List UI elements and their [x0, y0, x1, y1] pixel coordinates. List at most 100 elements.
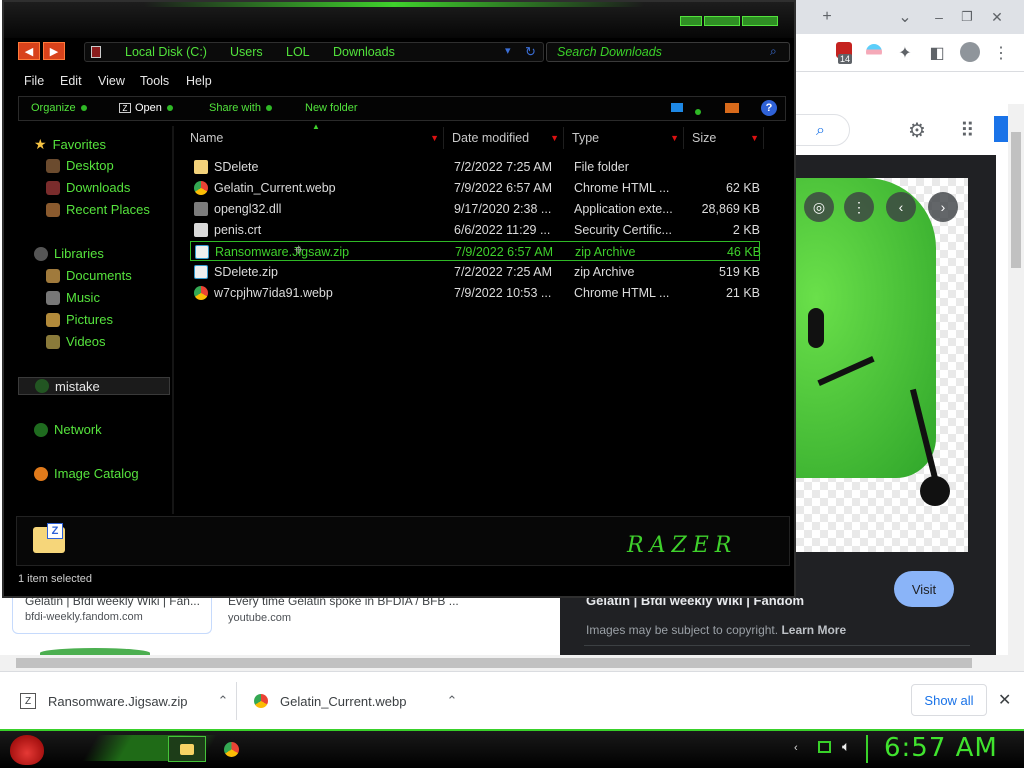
column-header-size[interactable]: Size ▼ [686, 127, 764, 149]
gelatin-character-image[interactable]: ◎ ⋮ ‹ › [796, 178, 968, 552]
minimize-button[interactable] [680, 16, 702, 26]
download-item[interactable]: Gelatin_Current.webp ⌃ [254, 672, 457, 730]
share-with-button[interactable]: Share with [209, 102, 272, 114]
menu-help[interactable]: Help [186, 74, 212, 88]
address-bar[interactable]: Local Disk (C:) Users LOL Downloads ▾ ↻ [84, 42, 544, 62]
new-tab-button[interactable]: + [814, 4, 840, 30]
forward-arrow-icon[interactable]: ▶ [43, 42, 65, 60]
column-dropdown-icon[interactable]: ▼ [430, 133, 439, 143]
column-label: Name [190, 131, 224, 145]
refresh-icon[interactable]: ↻ [525, 44, 536, 60]
visit-button[interactable]: Visit [894, 571, 954, 607]
file-row[interactable]: SDelete 7/2/2022 7:25 AM File folder [190, 157, 760, 177]
maximize-button[interactable] [704, 16, 740, 26]
documents-icon [46, 268, 60, 283]
nav-image-catalog[interactable]: Image Catalog [34, 466, 139, 481]
nav-network[interactable]: Network [34, 422, 102, 437]
column-dropdown-icon[interactable]: ▼ [550, 133, 559, 143]
open-button[interactable]: Z Open [119, 102, 173, 114]
menu-edit[interactable]: Edit [60, 74, 82, 88]
close-window-button[interactable]: ✕ [984, 4, 1010, 30]
nav-libraries[interactable]: Libraries [34, 246, 104, 261]
file-row-selected[interactable]: Ransomware.Jigsaw.zip 7/9/2022 6:57 AM z… [190, 241, 761, 261]
taskbar-clock[interactable]: 6:57 AM [884, 733, 998, 763]
nav-homegroup[interactable]: mistake [18, 377, 170, 395]
file-row[interactable]: w7cpjhw7ida91.webp 7/9/2022 10:53 ... Ch… [190, 283, 760, 303]
search-icon[interactable]: ⌕ [770, 44, 777, 59]
scrollbar-thumb[interactable] [16, 658, 972, 668]
file-row[interactable]: opengl32.dll 9/17/2020 2:38 ... Applicat… [190, 199, 760, 219]
column-dropdown-icon[interactable]: ▼ [750, 133, 759, 143]
view-options-icon[interactable] [695, 106, 701, 118]
pane-splitter[interactable] [172, 126, 174, 514]
organize-button[interactable]: Organize [31, 102, 87, 114]
next-image-icon[interactable]: › [928, 192, 958, 222]
taskbar-explorer-button[interactable] [168, 736, 206, 762]
page-scrollbar-horizontal[interactable] [0, 655, 1024, 671]
chevron-up-icon[interactable]: ⌃ [217, 693, 228, 709]
column-dropdown-icon[interactable]: ▼ [670, 133, 679, 143]
file-name: Gelatin_Current.webp [214, 181, 336, 195]
search-icon[interactable]: ⌕ [816, 122, 825, 140]
file-row[interactable]: Gelatin_Current.webp 7/9/2022 6:57 AM Ch… [190, 178, 760, 198]
learn-more-link[interactable]: Learn More [781, 623, 846, 637]
close-shelf-icon[interactable]: ✕ [998, 690, 1011, 710]
search-input[interactable]: Search Downloads [546, 42, 790, 62]
side-panel-icon[interactable]: ◧ [924, 40, 950, 66]
breadcrumb-lol[interactable]: LOL [286, 45, 310, 59]
start-button-angry-bird-icon[interactable] [10, 735, 44, 765]
column-header-type[interactable]: Type ▼ [566, 127, 684, 149]
help-icon[interactable]: ? [761, 100, 777, 116]
address-dropdown-icon[interactable]: ▾ [505, 44, 511, 57]
show-all-button[interactable]: Show all [911, 684, 987, 716]
minimize-button[interactable]: – [926, 4, 952, 30]
lens-search-icon[interactable]: ◎ [804, 192, 834, 222]
nav-downloads[interactable]: Downloads [46, 180, 130, 195]
file-row[interactable]: penis.crt 6/6/2022 11:29 ... Security Ce… [190, 220, 760, 240]
file-row[interactable]: SDelete.zip 7/2/2022 7:25 AM zip Archive… [190, 262, 760, 282]
tab-search-button[interactable]: ⌄ [892, 4, 918, 30]
puzzle-extensions-icon[interactable]: ✦ [892, 40, 918, 66]
breadcrumb-users[interactable]: Users [230, 45, 263, 59]
action-center-icon[interactable] [818, 741, 831, 753]
close-button[interactable] [742, 16, 778, 26]
more-options-icon[interactable]: ⋮ [844, 192, 874, 222]
nav-documents[interactable]: Documents [46, 268, 132, 283]
taskbar-chrome-button[interactable] [214, 736, 248, 762]
chrome-menu-icon[interactable]: ⋮ [988, 40, 1014, 66]
menu-tools[interactable]: Tools [140, 74, 169, 88]
nav-desktop[interactable]: Desktop [46, 158, 114, 173]
breadcrumb-downloads[interactable]: Downloads [333, 45, 395, 59]
menu-view[interactable]: View [98, 74, 125, 88]
apps-grid-icon[interactable]: ⠿ [960, 118, 975, 143]
previous-image-icon[interactable]: ‹ [886, 192, 916, 222]
download-item[interactable]: Z Ransomware.Jigsaw.zip ⌃ [20, 672, 228, 730]
column-header-name[interactable]: Name ▼ [184, 127, 444, 149]
page-scrollbar-vertical[interactable] [1008, 104, 1024, 655]
breadcrumb-local-disk[interactable]: Local Disk (C:) [125, 45, 207, 59]
new-folder-button[interactable]: New folder [305, 102, 358, 114]
settings-gear-icon[interactable]: ⚙ [908, 118, 926, 143]
nav-pictures[interactable]: Pictures [46, 312, 113, 327]
chevron-up-icon[interactable]: ⌃ [446, 693, 457, 709]
scrollbar-thumb[interactable] [1011, 132, 1021, 268]
profile-avatar-icon[interactable] [960, 42, 980, 62]
zip-icon: Z [119, 103, 131, 113]
back-arrow-icon[interactable]: ◀ [18, 42, 40, 60]
trans-flag-extension-icon[interactable] [866, 44, 882, 60]
volume-icon[interactable]: 🔈︎ [842, 738, 850, 755]
restore-button[interactable]: ❐ [954, 4, 980, 30]
nav-music[interactable]: Music [46, 290, 100, 305]
file-size: 28,869 KB [701, 202, 760, 216]
column-header-date[interactable]: Date modified ▼ [446, 127, 564, 149]
file-type: zip Archive [575, 245, 636, 259]
show-hidden-icons-icon[interactable]: ‹ [794, 742, 798, 754]
menu-file[interactable]: File [24, 74, 44, 88]
nav-favorites[interactable]: ★ Favorites [34, 136, 106, 153]
explorer-titlebar[interactable] [4, 2, 794, 38]
preview-pane-icon[interactable] [725, 103, 739, 113]
change-view-icon[interactable] [671, 103, 683, 112]
nav-videos[interactable]: Videos [46, 334, 106, 349]
result-card-2[interactable]: Every time Gelatin spoke in BFDIA / BFB … [228, 594, 548, 624]
nav-recent-places[interactable]: Recent Places [46, 202, 150, 217]
